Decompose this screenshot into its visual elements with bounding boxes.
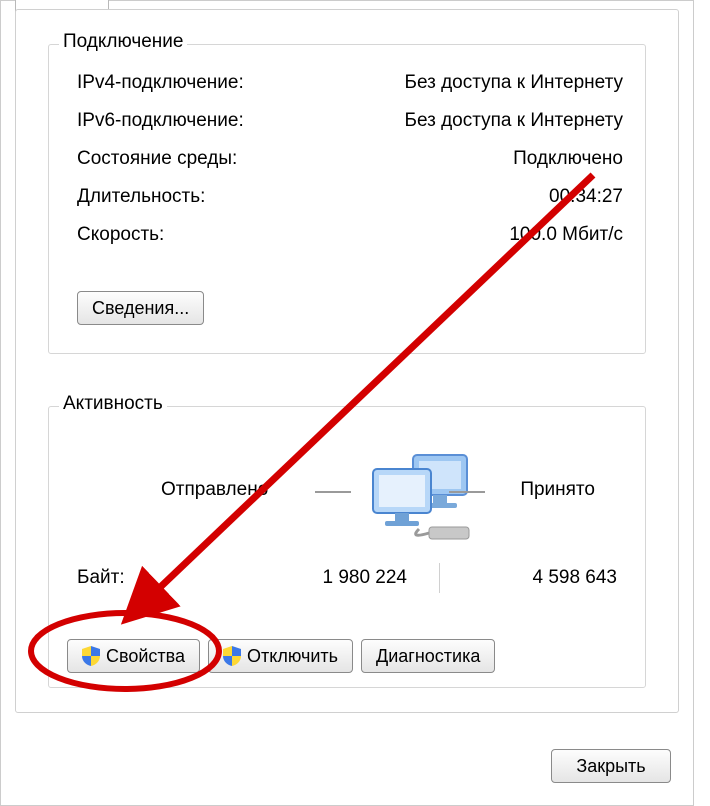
shield-icon — [223, 646, 241, 666]
close-button[interactable]: Закрыть — [551, 749, 671, 783]
shield-icon — [82, 646, 100, 666]
group-activity: Активность Отправлено — [48, 406, 646, 688]
speed-value: 100.0 Мбит/с — [509, 224, 623, 246]
row-duration: Длительность: 00:34:27 — [77, 183, 623, 211]
close-button-label: Закрыть — [576, 756, 645, 777]
properties-button[interactable]: Свойства — [67, 639, 200, 673]
bytes-separator — [439, 563, 440, 593]
group-activity-title: Активность — [59, 393, 167, 415]
diagnose-button-label: Диагностика — [376, 646, 480, 667]
row-media: Состояние среды: Подключено — [77, 145, 623, 173]
group-connection-title: Подключение — [59, 31, 187, 53]
disable-button-label: Отключить — [247, 646, 338, 667]
duration-value: 00:34:27 — [549, 186, 623, 208]
bytes-received-value: 4 598 643 — [477, 567, 617, 589]
ipv6-label: IPv6-подключение: — [77, 110, 244, 132]
diagnose-button[interactable]: Диагностика — [361, 639, 495, 673]
media-label: Состояние среды: — [77, 148, 237, 170]
bytes-label: Байт: — [77, 567, 125, 589]
bytes-row: Байт: 1 980 224 4 598 643 — [71, 567, 623, 595]
activity-action-buttons: Свойства Отключить Ди — [67, 639, 495, 673]
ipv6-value: Без доступа к Интернету — [404, 110, 623, 132]
sent-label: Отправлено — [161, 479, 268, 501]
duration-label: Длительность: — [77, 186, 205, 208]
media-value: Подключено — [513, 148, 623, 170]
tab-panel: Подключение IPv4-подключение: Без доступ… — [15, 9, 679, 713]
received-label: Принято — [520, 479, 595, 501]
network-computers-icon — [359, 449, 479, 549]
details-button-label: Сведения... — [92, 298, 189, 319]
row-ipv4: IPv4-подключение: Без доступа к Интернет… — [77, 69, 623, 97]
details-button[interactable]: Сведения... — [77, 291, 204, 325]
properties-button-label: Свойства — [106, 646, 185, 667]
speed-label: Скорость: — [77, 224, 164, 246]
ipv4-value: Без доступа к Интернету — [404, 72, 623, 94]
activity-header: Отправлено — [59, 445, 635, 555]
row-speed: Скорость: 100.0 Мбит/с — [77, 221, 623, 249]
group-connection: Подключение IPv4-подключение: Без доступ… — [48, 44, 646, 354]
connection-status-dialog: Общие Подключение IPv4-подключение: Без … — [0, 0, 694, 806]
dash-right — [449, 491, 485, 493]
disable-button[interactable]: Отключить — [208, 639, 353, 673]
bytes-sent-value: 1 980 224 — [287, 567, 407, 589]
dialog-footer: Закрыть — [551, 749, 671, 783]
dash-left — [315, 491, 351, 493]
row-ipv6: IPv6-подключение: Без доступа к Интернет… — [77, 107, 623, 135]
ipv4-label: IPv4-подключение: — [77, 72, 244, 94]
